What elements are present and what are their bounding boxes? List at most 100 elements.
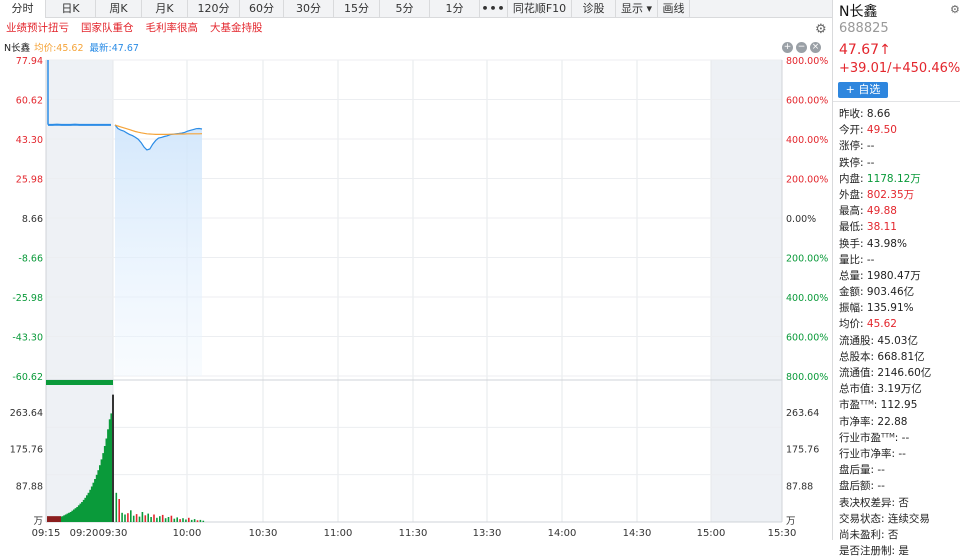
stat-row: 流通股: 45.03亿 (839, 333, 959, 349)
add-watchlist-button[interactable]: + 自选 (838, 82, 888, 98)
stat-label: 涨停: (839, 140, 864, 152)
stat-value: -- (895, 448, 906, 460)
zoom-out-icon[interactable]: − (796, 42, 807, 53)
volume-bar (68, 513, 70, 522)
stat-value: -- (864, 157, 875, 169)
volume-bar (168, 517, 170, 522)
price-axis-label: 60.62 (16, 96, 43, 107)
stat-label: 昨收: (839, 108, 864, 120)
legend-last-price: 最新:47.67 (90, 40, 139, 54)
tab-0[interactable]: 分时 (0, 0, 46, 18)
tab-1[interactable]: 日K (46, 0, 96, 18)
volume-bar (147, 514, 149, 522)
tag-item[interactable]: 毛利率很高 (146, 20, 199, 36)
volume-bar (121, 513, 123, 522)
zoom-in-icon[interactable]: + (782, 42, 793, 53)
tab-2[interactable]: 周K (96, 0, 142, 18)
stat-label: 金额: (839, 286, 864, 298)
stat-value: 8.66 (864, 108, 891, 120)
volume-bar (200, 520, 202, 522)
price-axis-label: 77.94 (16, 56, 43, 67)
pct-axis-label: 800.00% (786, 56, 828, 67)
volume-bar (156, 518, 158, 522)
stat-value: 22.88 (874, 416, 907, 428)
time-axis-label: 11:30 (399, 528, 428, 539)
stat-row: 最低: 38.11 (839, 219, 959, 235)
volume-bar (171, 516, 173, 522)
volume-bar (75, 508, 77, 522)
pct-axis-label: 800.00% (786, 372, 828, 383)
stat-label: 外盘: (839, 189, 864, 201)
volume-bar (191, 520, 193, 522)
tab-6[interactable]: 30分 (284, 0, 334, 18)
stat-row: 交易状态: 连续交易 (839, 511, 959, 527)
stat-value: -- (874, 464, 885, 476)
gear-icon[interactable]: ⚙ (950, 3, 960, 16)
stat-value: 112.95 (877, 399, 917, 411)
stat-label: 行业市盈ᵀᵀᴹ: (839, 432, 898, 444)
stat-label: 换手: (839, 238, 864, 250)
tab-10[interactable]: ••• (480, 0, 508, 18)
stat-row: 盘后额: -- (839, 478, 959, 494)
volume-bar (136, 514, 138, 522)
volume-bar (139, 517, 141, 522)
stat-row: 昨收: 8.66 (839, 106, 959, 122)
tab-5[interactable]: 60分 (240, 0, 284, 18)
gear-icon[interactable]: ⚙ (815, 22, 827, 37)
tag-item[interactable]: 国家队重仓 (81, 20, 134, 36)
stat-row: 表决权差异: 否 (839, 495, 959, 511)
tab-14[interactable]: 画线 (658, 0, 690, 18)
stat-label: 盘后额: (839, 480, 874, 492)
stat-value: 903.46亿 (864, 286, 915, 298)
volume-bar (118, 499, 120, 522)
tab-12[interactable]: 诊股 (572, 0, 616, 18)
legend-avg-price: 均价:45.62 (34, 40, 83, 54)
time-axis-label: 09:30 (99, 528, 128, 539)
time-axis-label: 10:30 (249, 528, 278, 539)
tab-4[interactable]: 120分 (188, 0, 240, 18)
stat-label: 总股本: (839, 351, 874, 363)
stat-label: 盘后量: (839, 464, 874, 476)
volume-bar (150, 517, 152, 522)
stat-value: 是 (895, 545, 909, 557)
tag-item[interactable]: 大基金持股 (210, 20, 263, 36)
price-axis-label: -60.62 (12, 372, 43, 383)
pct-axis-label: 200.00% (786, 254, 828, 265)
intraday-chart[interactable]: 77.9460.6243.3025.988.66-8.66-25.98-43.3… (0, 54, 832, 540)
volume-bar (165, 518, 167, 522)
volume-bar (176, 517, 178, 522)
stat-label: 今开: (839, 124, 864, 136)
stat-value: 668.81亿 (874, 351, 925, 363)
volume-bar (185, 520, 187, 523)
stat-value: 49.88 (864, 205, 897, 217)
stat-value: 135.91% (864, 302, 914, 314)
volume-bar (88, 493, 90, 522)
stat-value: -- (864, 254, 875, 266)
tab-11[interactable]: 同花顺F10 (508, 0, 572, 18)
tab-7[interactable]: 15分 (334, 0, 380, 18)
volume-bar (94, 479, 96, 522)
divider (833, 101, 960, 102)
stat-label: 总量: (839, 270, 864, 282)
tab-13[interactable]: 显示 ▾ (616, 0, 658, 18)
stat-row: 跌停: -- (839, 155, 959, 171)
time-axis-label: 09:15 (32, 528, 61, 539)
tab-8[interactable]: 5分 (380, 0, 430, 18)
stat-value: 1178.12万 (864, 173, 921, 185)
stat-row: 内盘: 1178.12万 (839, 171, 959, 187)
stat-row: 是否注册制: 是 (839, 543, 959, 559)
afterhours-shade (711, 60, 782, 522)
stat-value: 802.35万 (864, 189, 915, 201)
pct-axis-label: 400.00% (786, 293, 828, 304)
stat-label: 市盈ᵀᵀᴹ: (839, 399, 877, 411)
price-axis-label: -25.98 (12, 293, 43, 304)
stat-value: 49.50 (864, 124, 897, 136)
close-icon[interactable]: × (810, 42, 821, 53)
stat-row: 金额: 903.46亿 (839, 284, 959, 300)
stat-row: 流通值: 2146.60亿 (839, 365, 959, 381)
pct-axis-label: 600.00% (786, 96, 828, 107)
tab-9[interactable]: 1分 (430, 0, 480, 18)
stat-row: 市净率: 22.88 (839, 414, 959, 430)
tab-3[interactable]: 月K (142, 0, 188, 18)
tag-item[interactable]: 业绩预计扭亏 (6, 20, 69, 36)
